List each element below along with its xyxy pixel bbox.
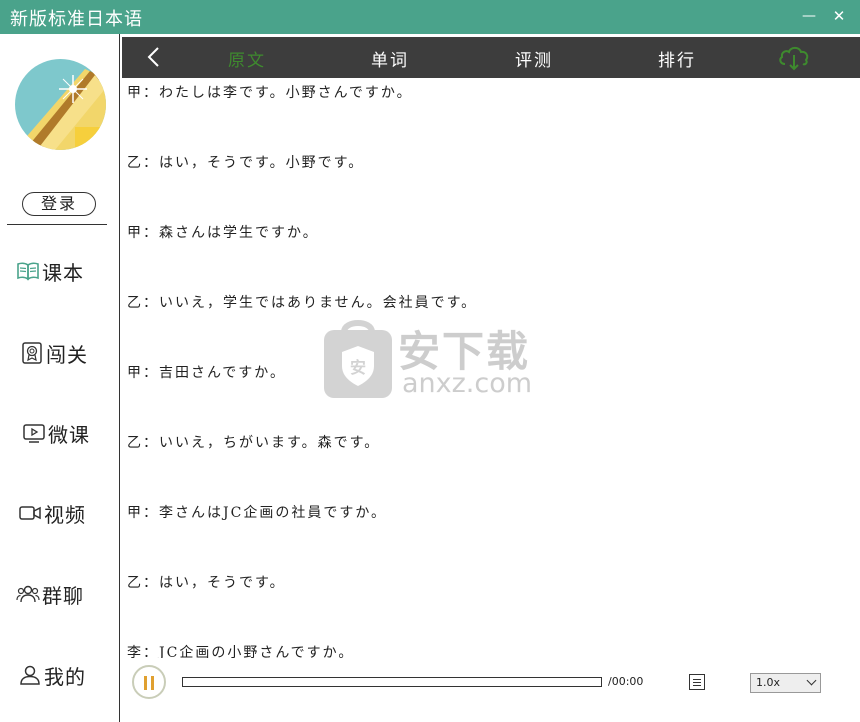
user-icon [20,665,40,685]
sidebar-item-group-chat[interactable]: 群聊 [16,579,116,609]
dialogue-line: 乙：いいえ，ちがいます。森です。 [127,435,381,451]
close-button[interactable]: ✕ [828,6,850,26]
dialogue-line: 甲：吉田さんですか。 [127,365,287,381]
tab-vocabulary[interactable]: 单词 [371,46,409,71]
dialogue-line: 甲：森さんは学生ですか。 [127,225,319,241]
pause-icon [144,676,147,690]
app-title: 新版标准日本语 [10,9,143,30]
sidebar-item-label: 微课 [48,422,90,447]
progress-bar[interactable] [182,677,602,687]
tab-evaluation[interactable]: 评测 [515,46,553,71]
chevron-down-icon [806,675,817,686]
subtitle-icon[interactable] [689,674,705,690]
book-icon [17,262,39,281]
dialogue-line: 乙：いいえ，学生ではありません。会社員です。 [127,295,478,311]
shield-bag-logo: 安 [324,320,392,398]
sidebar-item-textbook[interactable]: 课本 [16,256,116,286]
avatar[interactable] [15,59,106,150]
group-icon [16,585,40,603]
svg-text:安: 安 [350,358,366,377]
watermark-url: anxz.com [402,368,533,399]
avatar-image [15,59,106,150]
tab-original-text[interactable]: 原文 [228,46,266,71]
sidebar-item-label: 视频 [44,502,86,527]
speed-select[interactable]: 1.0x [750,673,821,693]
camera-icon [19,506,41,520]
watermark: 安 安下载 anxz.com [322,318,542,404]
pause-button[interactable] [132,665,166,699]
speed-value: 1.0x [756,676,781,689]
sidebar-item-video[interactable]: 视频 [18,498,118,528]
sidebar-divider [7,224,107,225]
dialogue-line: 乙：はい，そうです。小野です。 [127,155,365,171]
sidebar-item-challenge[interactable]: 闯关 [20,338,120,368]
dialogue-line: 甲：李さんはJC企画の社員ですか。 [127,505,388,521]
login-button[interactable]: 登录 [22,192,96,216]
sidebar-item-mine[interactable]: 我的 [18,660,118,690]
medal-icon [22,342,42,364]
sidebar-item-label: 群聊 [42,583,84,608]
sidebar-item-label: 闯关 [46,342,88,367]
dialogue-line: 李：JC企画の小野さんですか。 [127,645,355,658]
back-arrow-icon[interactable] [146,46,162,68]
sidebar-item-label: 课本 [42,260,84,285]
sidebar: 登录 课本 闯关 微课 视频 群聊 我的 [0,34,120,722]
dialogue-line: 甲：わたしは李です。小野さんですか。 [127,85,413,101]
video-lesson-icon [23,424,45,443]
audio-player: /00:00 1.0x [122,658,860,722]
time-display: /00:00 [608,675,644,688]
sidebar-item-micro-lesson[interactable]: 微课 [22,418,122,448]
tab-bar: 原文 单词 评测 排行 [122,37,860,78]
pause-icon-bar [151,676,154,690]
cloud-download-icon[interactable] [777,42,811,72]
dialogue-line: 乙：はい，そうです。 [127,575,286,591]
title-bar: 新版标准日本语 — ✕ [0,0,860,34]
tab-ranking[interactable]: 排行 [658,46,696,71]
minimize-button[interactable]: — [798,6,820,26]
sidebar-item-label: 我的 [44,664,86,689]
